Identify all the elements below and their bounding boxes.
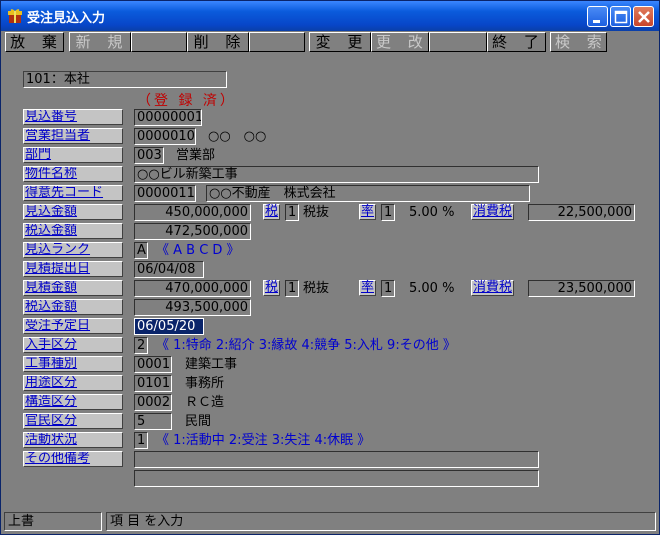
- blank-key-1[interactable]: [131, 32, 187, 52]
- tax-code-field-2[interactable]: 1: [285, 280, 299, 297]
- input-mode-indicator: 上書: [4, 512, 102, 531]
- public-name: 民間: [185, 414, 212, 429]
- close-button[interactable]: [633, 6, 654, 27]
- quote-amount-field[interactable]: 470,000,000: [134, 280, 251, 297]
- department-code-field[interactable]: 003: [134, 147, 164, 164]
- tax-button-1[interactable]: 税: [263, 204, 281, 220]
- label-tax-incl-amount-1[interactable]: 税込金額: [23, 223, 123, 239]
- function-key-bar: 放 棄 新 規 削 除 変 更 更 改 終 了 検 索: [5, 32, 607, 53]
- consumption-tax-button-1[interactable]: 消費税: [471, 204, 515, 220]
- registration-status: （登 録 済）: [137, 93, 237, 109]
- structure-name: ＲＣ造: [185, 395, 225, 410]
- status-bar: 上書 項 目 を入力: [4, 512, 656, 532]
- consumption-tax-field-2[interactable]: 23,500,000: [528, 280, 635, 297]
- maximize-button[interactable]: [610, 6, 631, 27]
- label-client-code[interactable]: 得意先コード: [23, 185, 123, 201]
- label-structure-type[interactable]: 構造区分: [23, 394, 123, 410]
- discard-button[interactable]: 放 棄: [5, 32, 64, 52]
- rate-button-2[interactable]: 率: [359, 280, 377, 296]
- department-name: 営業部: [176, 148, 216, 163]
- label-sales-rep[interactable]: 営業担当者: [23, 128, 123, 144]
- label-property-name[interactable]: 物件名称: [23, 166, 123, 182]
- tax-incl-amount-field-1[interactable]: 472,500,000: [134, 223, 251, 240]
- label-usage-type[interactable]: 用途区分: [23, 375, 123, 391]
- tax-incl-amount-field-2[interactable]: 493,500,000: [134, 299, 251, 316]
- activity-code-field[interactable]: 1: [134, 432, 148, 449]
- work-name: 建築工事: [185, 357, 238, 372]
- label-department[interactable]: 部門: [23, 147, 123, 163]
- company-field: 101：本社: [23, 71, 227, 88]
- order-date-field[interactable]: 06/05/20: [134, 318, 204, 335]
- title-bar[interactable]: 受注見込入力: [1, 1, 659, 31]
- update-button[interactable]: 更 改: [371, 32, 429, 52]
- tax-code-field-1[interactable]: 1: [285, 204, 299, 221]
- exit-button[interactable]: 終 了: [487, 32, 546, 52]
- window-title: 受注見込入力: [27, 11, 106, 26]
- consumption-tax-button-2[interactable]: 消費税: [471, 280, 515, 296]
- label-quote-date[interactable]: 見積提出日: [23, 261, 123, 277]
- app-icon: [7, 8, 23, 24]
- label-order-date[interactable]: 受注予定日: [23, 318, 123, 334]
- source-code-field[interactable]: 2: [134, 337, 148, 354]
- new-button[interactable]: 新 規: [69, 32, 131, 52]
- rate-value-1: 5.00 %: [409, 205, 455, 220]
- order-estimate-window: 受注見込入力 放 棄 新 規 削 除 変 更 更 改 終 了 検 索 101：本…: [0, 0, 660, 535]
- rate-value-2: 5.00 %: [409, 281, 455, 296]
- label-public-private[interactable]: 官民区分: [23, 413, 123, 429]
- usage-name: 事務所: [185, 376, 225, 391]
- change-button[interactable]: 変 更: [309, 32, 371, 52]
- label-work-type[interactable]: 工事種別: [23, 356, 123, 372]
- status-message: 項 目 を入力: [106, 512, 656, 531]
- label-quote-amount[interactable]: 見積金額: [23, 280, 123, 296]
- delete-button[interactable]: 削 除: [187, 32, 249, 52]
- consumption-tax-field-1[interactable]: 22,500,000: [528, 204, 635, 221]
- label-source-type[interactable]: 入手区分: [23, 337, 123, 353]
- public-code-field[interactable]: 5: [134, 413, 172, 430]
- estimate-amount-field[interactable]: 450,000,000: [134, 204, 251, 221]
- label-estimate-rank[interactable]: 見込ランク: [23, 242, 123, 258]
- activity-hint: 《 1:活動中 2:受注 3:失注 4:休眠 》: [156, 433, 371, 448]
- estimate-no-field[interactable]: 00000001: [134, 109, 202, 126]
- label-estimate-amount[interactable]: 見込金額: [23, 204, 123, 220]
- rate-code-field-2[interactable]: 1: [381, 280, 395, 297]
- rate-code-field-1[interactable]: 1: [381, 204, 395, 221]
- rate-button-1[interactable]: 率: [359, 204, 377, 220]
- tax-type-1: 税抜: [303, 205, 330, 220]
- quote-date-field[interactable]: 06/04/08: [134, 261, 204, 278]
- blank-key-3[interactable]: [429, 32, 487, 52]
- label-activity-status[interactable]: 活動状況: [23, 432, 123, 448]
- work-code-field[interactable]: 0001: [134, 356, 172, 373]
- client-name-field[interactable]: ○○不動産 株式会社: [206, 185, 530, 202]
- notes-field-1[interactable]: [134, 451, 539, 468]
- tax-type-2: 税抜: [303, 281, 330, 296]
- minimize-button[interactable]: [587, 6, 608, 27]
- blank-key-2[interactable]: [249, 32, 305, 52]
- usage-code-field[interactable]: 0101: [134, 375, 172, 392]
- sales-rep-code-field[interactable]: 0000010: [134, 128, 196, 145]
- label-other-notes[interactable]: その他備考: [23, 451, 123, 467]
- notes-field-2[interactable]: [134, 470, 539, 487]
- search-button[interactable]: 検 索: [550, 32, 607, 52]
- rank-code-field[interactable]: A: [134, 242, 148, 259]
- sales-rep-name: ○○ ○○: [208, 129, 267, 144]
- label-tax-incl-amount-2[interactable]: 税込金額: [23, 299, 123, 315]
- label-estimate-no[interactable]: 見込番号: [23, 109, 123, 125]
- rank-hint: 《 A B C D 》: [156, 243, 240, 258]
- property-name-field[interactable]: ○○ビル新築工事: [134, 166, 539, 183]
- tax-button-2[interactable]: 税: [263, 280, 281, 296]
- structure-code-field[interactable]: 0002: [134, 394, 172, 411]
- client-code-field[interactable]: 0000011: [134, 185, 196, 202]
- source-hint: 《 1:特命 2:紹介 3:縁故 4:競争 5:入札 9:その他 》: [156, 338, 456, 353]
